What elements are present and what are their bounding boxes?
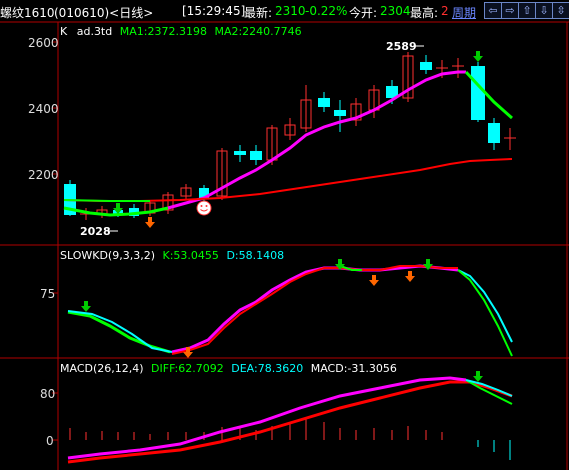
y-tick-2600: 2600 — [28, 36, 59, 50]
candle-down — [334, 110, 346, 116]
ma2-green-segment — [63, 199, 150, 202]
candle-down — [318, 98, 330, 107]
price-legend: K ad.3td MA1:2372.3198 MA2:2240.7746 — [60, 25, 302, 38]
down-arrow-icon — [81, 301, 91, 312]
macd-legend: MACD(26,12,4) DIFF:62.7092 DEA:78.3620 M… — [60, 362, 397, 375]
y-tick-2400: 2400 — [28, 102, 59, 116]
down-arrow-icon — [145, 217, 155, 228]
down-arrow-icon — [473, 51, 483, 62]
kd-d-line — [67, 310, 171, 354]
ma1-line — [167, 70, 466, 210]
y-tick-80: 80 — [40, 387, 55, 401]
legend-ma1: MA1:2372.3198 — [119, 25, 207, 38]
legend-k: K — [60, 25, 68, 38]
legend-indicator: ad.3td — [76, 25, 113, 38]
y-tick-75: 75 — [40, 287, 55, 301]
annotation-high: 2589 — [386, 40, 417, 53]
kd-green-tail — [457, 269, 513, 357]
kd-k-magenta — [171, 264, 459, 354]
smiley-icon — [196, 200, 212, 216]
annotation-low: 2028 — [80, 225, 111, 238]
legend-kd-k: K:53.0455 — [162, 249, 219, 262]
candle-down — [488, 123, 500, 143]
legend-kd-d: D:58.1408 — [226, 249, 285, 262]
candle-down — [471, 66, 485, 120]
candle-down — [420, 62, 432, 70]
kd-legend: SLOWKD(9,3,3,2) K:53.0455 D:58.1408 — [60, 249, 284, 262]
candlesticks — [64, 52, 516, 220]
legend-macd-diff: DIFF:62.7092 — [151, 362, 224, 375]
y-tick-2200: 2200 — [28, 168, 59, 182]
chart-canvas: 2600 2400 2200 75 80 0 2589 2028 — [0, 21, 569, 470]
legend-macd-name: MACD(26,12,4) — [60, 362, 144, 375]
candle-down — [250, 151, 262, 160]
legend-macd-dea: DEA:78.3620 — [231, 362, 304, 375]
kd-d-red — [171, 265, 458, 355]
ma2-line — [63, 158, 513, 202]
legend-kd-name: SLOWKD(9,3,3,2) — [60, 249, 156, 262]
kd-cyan-tail — [457, 269, 513, 343]
y-tick-0: 0 — [46, 434, 54, 448]
down-arrow-icon — [473, 371, 483, 382]
legend-ma2: MA2:2240.7746 — [214, 25, 302, 38]
legend-macd-value: MACD:-31.3056 — [310, 362, 397, 375]
up-arrow-icon — [405, 271, 415, 282]
candle-down — [234, 151, 246, 155]
up-arrow-icon — [369, 275, 379, 286]
